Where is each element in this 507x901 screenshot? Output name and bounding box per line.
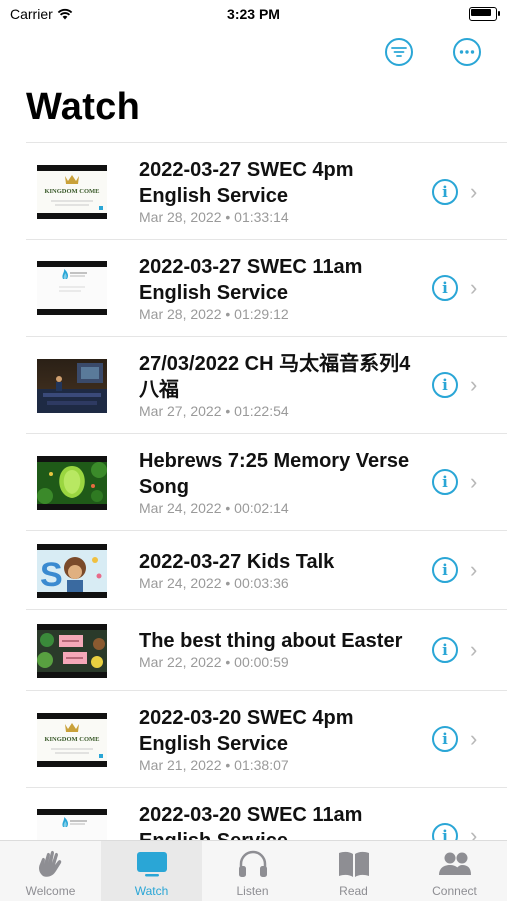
chevron-right-icon: ›	[470, 372, 478, 397]
video-thumbnail: KINGDOM COME	[37, 165, 107, 219]
info-icon: i	[442, 561, 448, 579]
video-list[interactable]: KINGDOM COME 2022-03-27 SWEC 4pm English…	[26, 142, 507, 841]
people-icon	[439, 852, 471, 875]
wave-hand-icon	[39, 850, 62, 877]
info-icon: i	[442, 183, 448, 201]
chevron-right-icon: ›	[470, 726, 478, 751]
info-button[interactable]: i	[432, 726, 458, 752]
status-bar: Carrier 3:23 PM	[0, 0, 507, 30]
book-icon	[339, 851, 369, 877]
video-thumbnail	[37, 456, 107, 510]
info-button[interactable]: i	[432, 637, 458, 663]
video-title: 2022-03-27 SWEC 4pm English Service	[139, 159, 354, 207]
chevron-right-icon: ›	[470, 637, 478, 662]
info-button[interactable]: i	[432, 372, 458, 398]
video-title: 2022-03-27 Kids Talk	[139, 551, 335, 573]
info-button[interactable]: i	[432, 275, 458, 301]
page-title: Watch	[26, 86, 141, 128]
video-title: Hebrews 7:25 Memory Verse Song	[139, 450, 410, 498]
filter-icon	[391, 47, 407, 57]
list-item[interactable]: KINGDOM COME 2022-03-20 SWEC 4pm English…	[26, 691, 507, 788]
tab-label: Listen	[236, 884, 269, 898]
video-title: 2022-03-27 SWEC 11am English Service	[139, 256, 363, 304]
svg-text:S: S	[40, 556, 63, 592]
battery-icon	[469, 7, 500, 21]
tab-label: Connect	[432, 884, 477, 898]
video-thumbnail: KINGDOM COME	[37, 713, 107, 767]
info-button[interactable]: i	[432, 557, 458, 583]
filter-button[interactable]	[385, 38, 413, 66]
thumb-text: KINGDOM COME	[44, 736, 99, 743]
list-item[interactable]: 2022-03-20 SWEC 11am English Service i ›	[26, 788, 507, 841]
thumb-text: KINGDOM COME	[44, 188, 99, 195]
list-item[interactable]: KINGDOM COME 2022-03-27 SWEC 4pm English…	[26, 143, 507, 240]
list-item[interactable]: The best thing about Easter Mar 22, 2022…	[26, 610, 507, 691]
tab-label: Watch	[134, 884, 169, 898]
video-title: 2022-03-20 SWEC 11am English Service	[139, 804, 363, 841]
tab-read[interactable]: Read	[303, 841, 404, 901]
video-title: The best thing about Easter	[139, 630, 403, 652]
more-button[interactable]	[453, 38, 481, 66]
info-icon: i	[442, 641, 448, 659]
info-button[interactable]: i	[432, 469, 458, 495]
info-icon: i	[442, 279, 448, 297]
tv-icon	[137, 852, 167, 877]
list-item[interactable]: Hebrews 7:25 Memory Verse Song Mar 24, 2…	[26, 434, 507, 531]
video-thumbnail	[37, 624, 107, 678]
chevron-right-icon: ›	[470, 823, 478, 841]
video-meta: Mar 27, 2022 • 01:22:54	[139, 403, 289, 419]
chevron-right-icon: ›	[470, 557, 478, 582]
list-item[interactable]: 27/03/2022 CH 马太福音系列4 八福 Mar 27, 2022 • …	[26, 337, 507, 434]
video-thumbnail: S	[37, 544, 107, 598]
video-meta: Mar 22, 2022 • 00:00:59	[139, 654, 289, 670]
tab-connect[interactable]: Connect	[404, 841, 505, 901]
video-thumbnail	[37, 809, 107, 841]
info-button[interactable]: i	[432, 823, 458, 841]
tab-welcome[interactable]: Welcome	[0, 841, 101, 901]
list-item[interactable]: 2022-03-27 SWEC 11am English Service Mar…	[26, 240, 507, 337]
tab-bar: Welcome Watch Listen Read Connect	[0, 840, 507, 901]
tab-label: Read	[339, 884, 368, 898]
headphones-icon	[239, 850, 267, 877]
list-item[interactable]: S 2022-03-27 Kids Talk Mar 24, 2022 • 00…	[26, 531, 507, 610]
tab-watch[interactable]: Watch	[101, 841, 202, 901]
tab-label: Welcome	[25, 884, 76, 898]
chevron-right-icon: ›	[470, 469, 478, 494]
info-icon: i	[442, 827, 448, 841]
video-meta: Mar 28, 2022 • 01:29:12	[139, 306, 289, 322]
more-icon	[459, 50, 475, 54]
video-meta: Mar 24, 2022 • 00:02:14	[139, 500, 289, 516]
chevron-right-icon: ›	[470, 275, 478, 300]
tab-listen[interactable]: Listen	[202, 841, 303, 901]
video-thumbnail	[37, 359, 107, 413]
video-thumbnail	[37, 261, 107, 315]
info-icon: i	[442, 473, 448, 491]
chevron-right-icon: ›	[470, 179, 478, 204]
info-icon: i	[442, 730, 448, 748]
info-icon: i	[442, 376, 448, 394]
status-time: 3:23 PM	[227, 6, 280, 22]
video-title: 27/03/2022 CH 马太福音系列4 八福	[139, 353, 411, 401]
video-title: 2022-03-20 SWEC 4pm English Service	[139, 707, 354, 755]
video-meta: Mar 28, 2022 • 01:33:14	[139, 209, 289, 225]
video-meta: Mar 24, 2022 • 00:03:36	[139, 575, 289, 591]
info-button[interactable]: i	[432, 179, 458, 205]
video-meta: Mar 21, 2022 • 01:38:07	[139, 757, 289, 773]
